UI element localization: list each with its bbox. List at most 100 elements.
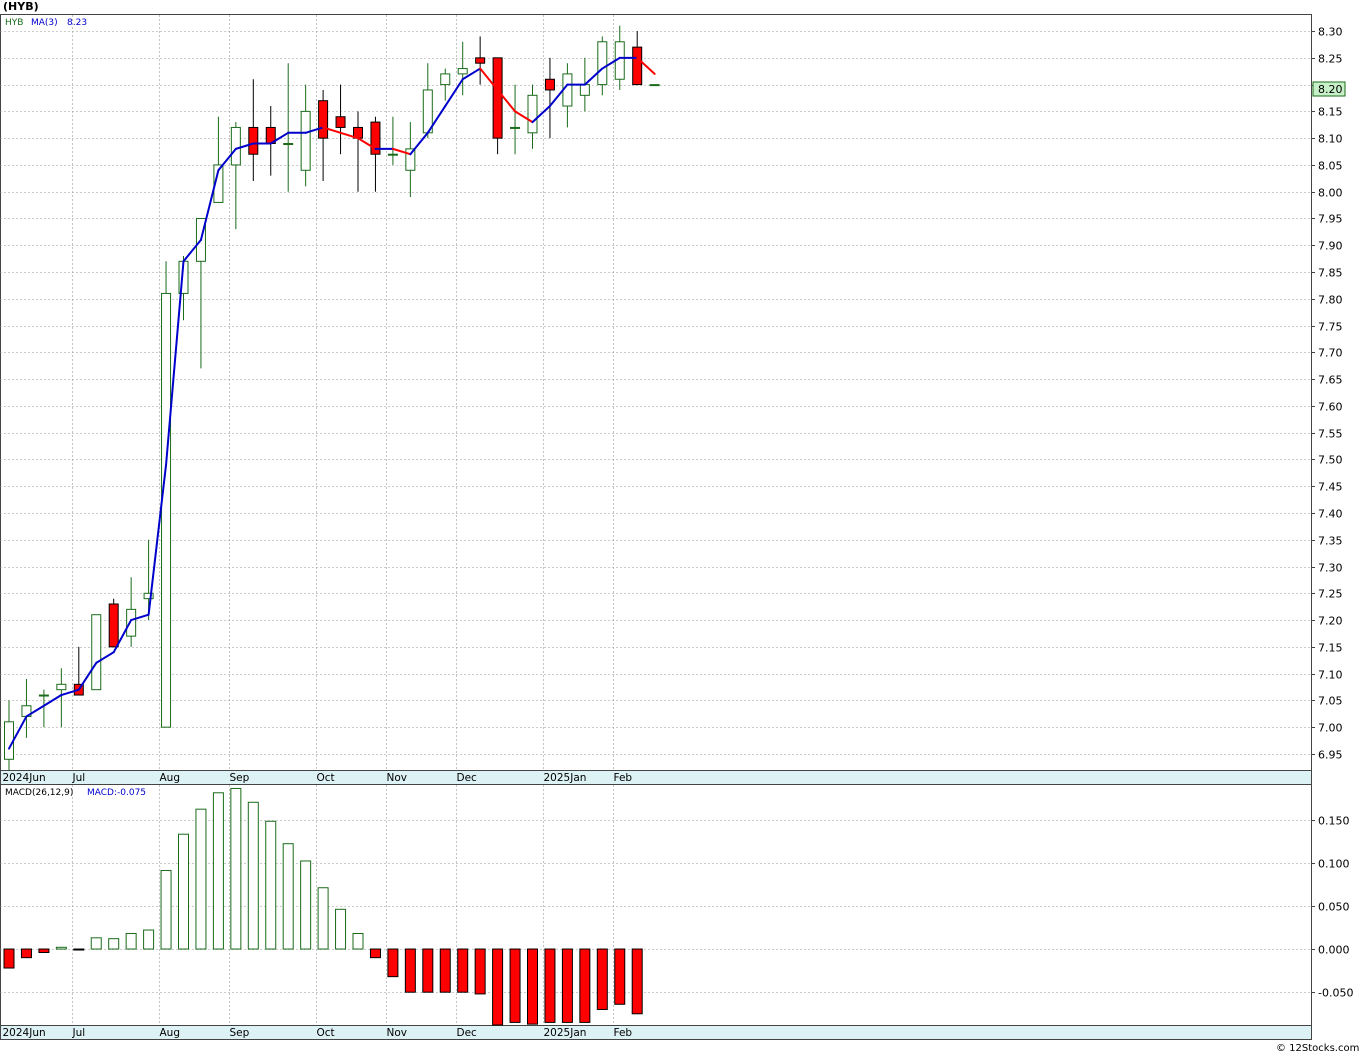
price-tick-label: 8.15 [1318,106,1343,119]
macd-bar [457,948,469,993]
candle-body [108,603,119,648]
footer-credit: © 12Stocks.com [1276,1043,1359,1054]
macd-bar [108,938,120,950]
month-label: Oct [317,772,335,784]
candle-body [4,721,14,760]
candle-body [405,148,416,171]
price-tick-label: 7.65 [1318,374,1343,387]
macd-bar [143,929,155,950]
candle-body [387,153,398,156]
candle-body [283,143,294,146]
price-tick-label: 7.50 [1318,454,1343,467]
right-axis-separator [1311,14,1312,1040]
macd-legend-name: MACD(26,12,9) [5,788,73,798]
macd-bar [369,948,381,959]
month-label: 2024Jun [3,1027,46,1039]
candle-body [318,100,329,139]
candle-body [56,683,67,691]
month-label: Nov [387,1027,408,1039]
macd-bar [212,792,224,950]
candle-body [457,68,468,75]
candle-body [544,78,555,91]
stock-chart: 6.95 7.00 7.05 7.10 7.15 7.20 7.25 7.30 7.35 7.40… [0,0,1359,1054]
price-legend-ma-value: 8.23 [67,18,87,28]
month-label: 2025Jan [544,772,587,784]
candle-body [475,57,486,64]
month-label: Sep [230,772,250,784]
candle-body [440,73,451,86]
price-tick-label: 7.30 [1318,562,1343,575]
candle-body [126,608,137,637]
price-tick-label: 7.55 [1318,428,1343,441]
month-label: Nov [387,772,408,784]
candle-body [91,614,102,691]
price-date-axis-strip [0,770,1312,785]
macd-bar [561,948,573,1023]
macd-bar [352,932,364,950]
candle-body [38,694,49,697]
price-tick-label: 7.85 [1318,267,1343,280]
price-tick-label: 7.95 [1318,213,1343,226]
macd-bar [439,948,451,993]
month-label: 2025Jan [544,1027,587,1039]
macd-bar [3,948,15,969]
macd-bar [387,948,399,978]
macd-bar [335,908,347,950]
price-tick-label: 7.40 [1318,508,1343,521]
month-label: Feb [614,1027,633,1039]
macd-bar [492,948,504,1026]
ma-segment [199,169,220,241]
macd-bar [317,887,329,950]
candle-body [248,126,259,155]
price-tick-label: 8.10 [1318,133,1343,146]
price-tick-label: 7.35 [1318,535,1343,548]
candle-body [527,94,538,134]
macd-bar [125,932,137,950]
macd-bar [178,833,189,950]
macd-bar [230,787,242,950]
candle-body [161,292,172,728]
price-tick-label: 7.20 [1318,615,1343,628]
macd-tick-label: -0.050 [1318,987,1353,1000]
price-legend-symbol: HYB [5,18,23,28]
ticker-title: (HYB) [3,0,39,13]
price-tick-label: 7.25 [1318,588,1343,601]
last-price-tag: 8.20 [1318,83,1343,96]
price-tick-label: 7.10 [1318,669,1343,682]
price-tick-label: 7.90 [1318,240,1343,253]
macd-tick-label: 0.150 [1318,815,1350,828]
price-tick-label: 7.60 [1318,401,1343,414]
month-label: Dec [457,1027,478,1039]
macd-bar [195,808,207,950]
price-tick-label: 7.70 [1318,347,1343,360]
price-tick-label: 7.15 [1318,642,1343,655]
price-tick-label: 7.05 [1318,695,1343,708]
macd-bar [90,937,102,950]
macd-bar [509,948,521,1023]
month-label: Sep [230,1027,250,1039]
macd-bar [73,948,85,951]
month-label: Aug [160,1027,181,1039]
month-label: Dec [457,772,478,784]
macd-bar [160,869,172,950]
candle-body [579,84,590,96]
price-panel-frame [0,14,1312,771]
candle-body [510,126,521,129]
price-tick-label: 8.05 [1318,160,1343,173]
macd-bar [300,860,312,950]
candle-body [597,41,608,86]
macd-bar [265,820,277,950]
month-label: 2024Jun [3,772,46,784]
macd-bar [422,948,434,993]
macd-tick-label: 0.100 [1318,858,1350,871]
candle-body [300,110,311,171]
macd-bar [631,948,643,1015]
macd-bar [55,946,67,950]
candle-body [335,116,346,128]
ma-segment [42,694,63,707]
candle-body [492,57,503,139]
price-tick-label: 7.45 [1318,481,1343,494]
month-label: Aug [160,772,181,784]
macd-bar [614,948,626,1005]
candle-body [649,84,660,87]
